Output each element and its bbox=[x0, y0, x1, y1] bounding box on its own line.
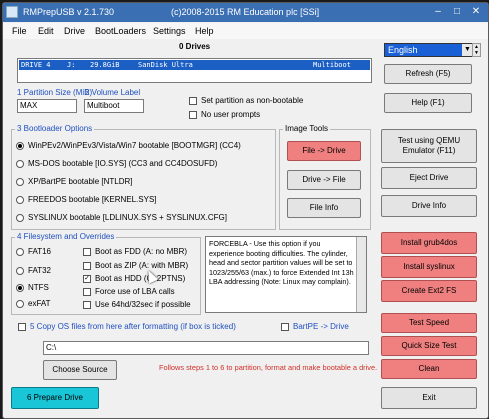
window-title: RMPrepUSB v 2.1.730 bbox=[23, 7, 115, 17]
fs-radio-ntfs[interactable] bbox=[16, 284, 24, 292]
create-ext2-button[interactable]: Create Ext2 FS bbox=[381, 280, 477, 302]
fs-option-fat16: FAT16 bbox=[28, 247, 51, 256]
force-lba-checkbox[interactable] bbox=[83, 288, 91, 296]
non-bootable-checkbox[interactable] bbox=[189, 97, 197, 105]
bootloader-radio-winpe[interactable] bbox=[16, 142, 24, 150]
no-prompts-checkbox[interactable] bbox=[189, 111, 197, 119]
fs-option-exfat: exFAT bbox=[28, 299, 51, 308]
fs-radio-exfat[interactable] bbox=[16, 300, 24, 308]
window-copyright: (c)2008-2015 RM Education plc [SSi] bbox=[171, 7, 320, 17]
use-64hd-label: Use 64hd/32sec if possible bbox=[95, 300, 191, 309]
menu-bootloaders[interactable]: BootLoaders bbox=[95, 26, 146, 36]
copy-os-checkbox[interactable] bbox=[18, 323, 26, 331]
minimize-icon[interactable]: – bbox=[431, 5, 445, 18]
install-grub4dos-button[interactable]: Install grub4dos bbox=[381, 232, 477, 254]
fs-radio-fat32[interactable] bbox=[16, 267, 24, 275]
bartpe-label: BartPE -> Drive bbox=[293, 322, 349, 331]
help-button[interactable]: Help (F1) bbox=[384, 93, 472, 113]
drive-letter: J: bbox=[67, 61, 76, 69]
drive-name: SanDisk Ultra bbox=[138, 61, 193, 69]
source-path-input[interactable]: C:\ bbox=[43, 341, 369, 355]
boot-fdd-checkbox[interactable] bbox=[83, 248, 91, 256]
help-info-text: FORCEBLA - Use this option if you experi… bbox=[209, 239, 354, 287]
non-bootable-label: Set partition as non-bootable bbox=[201, 96, 304, 105]
clean-button[interactable]: Clean bbox=[381, 359, 477, 379]
bootloader-option-freedos: FREEDOS bootable [KERNEL.SYS] bbox=[28, 195, 157, 204]
maximize-icon[interactable]: □ bbox=[450, 5, 464, 18]
close-icon[interactable]: ✕ bbox=[469, 5, 483, 18]
language-select[interactable]: English ▼ bbox=[384, 43, 474, 57]
drive-number: DRIVE 4 bbox=[21, 61, 51, 69]
partition-size-label: 1 Partition Size (MiB) bbox=[17, 88, 93, 97]
bootloader-radio-xp[interactable] bbox=[16, 178, 24, 186]
menu-settings[interactable]: Settings bbox=[153, 26, 186, 36]
menu-drive[interactable]: Drive bbox=[64, 26, 85, 36]
fs-radio-fat16[interactable] bbox=[16, 248, 24, 256]
language-scroll[interactable]: ▲ ▼ bbox=[472, 43, 481, 57]
menu-help[interactable]: Help bbox=[195, 26, 214, 36]
boot-zip-label: Boot as ZIP (A: with MBR) bbox=[95, 261, 189, 270]
file-info-button[interactable]: File Info bbox=[287, 198, 361, 218]
drive-to-file-button[interactable]: Drive -> File bbox=[287, 170, 361, 190]
fs-option-ntfs: NTFS bbox=[28, 283, 49, 292]
info-scrollbar[interactable] bbox=[356, 237, 366, 312]
bartpe-checkbox[interactable] bbox=[281, 323, 289, 331]
bootloader-radio-syslinux[interactable] bbox=[16, 214, 24, 222]
drive-row-selected[interactable]: DRIVE 4 J: 29.8GiB SanDisk Ultra Multibo… bbox=[19, 60, 370, 70]
copy-os-label: 5 Copy OS files from here after formatti… bbox=[30, 322, 236, 331]
exit-button[interactable]: Exit bbox=[381, 387, 477, 409]
drive-size: 29.8GiB bbox=[90, 61, 120, 69]
no-prompts-label: No user prompts bbox=[201, 110, 261, 119]
refresh-button[interactable]: Refresh (F5) bbox=[384, 64, 472, 84]
menu-edit[interactable]: Edit bbox=[38, 26, 54, 36]
quick-size-test-button[interactable]: Quick Size Test bbox=[381, 336, 477, 356]
filesystem-title: 4 Filesystem and Overrides bbox=[15, 232, 117, 241]
boot-zip-checkbox[interactable] bbox=[83, 262, 91, 270]
bootloader-title: 3 Bootloader Options bbox=[15, 124, 95, 133]
force-lba-label: Force use of LBA calls bbox=[95, 287, 175, 296]
choose-source-button[interactable]: Choose Source bbox=[43, 360, 117, 380]
volume-label-label: 2 Volume Label bbox=[85, 88, 141, 97]
test-speed-button[interactable]: Test Speed bbox=[381, 313, 477, 333]
drives-count: 0 Drives bbox=[179, 42, 211, 51]
eject-drive-button[interactable]: Eject Drive bbox=[381, 167, 477, 189]
bootloader-option-syslinux: SYSLINUX bootable [LDLINUX.SYS + SYSLINU… bbox=[28, 213, 227, 222]
bootloader-option-winpe: WinPEv2/WinPEv3/Vista/Win7 bootable [BOO… bbox=[28, 141, 241, 150]
bootloader-option-xp: XP/BartPE bootable [NTLDR] bbox=[28, 177, 133, 186]
bootloader-radio-freedos[interactable] bbox=[16, 196, 24, 204]
drive-list[interactable]: DRIVE 4 J: 29.8GiB SanDisk Ultra Multibo… bbox=[17, 58, 372, 83]
bootloader-option-msdos: MS-DOS bootable [IO.SYS] (CC3 and CC4DOS… bbox=[28, 159, 218, 168]
volume-label-input[interactable]: Multiboot bbox=[84, 99, 144, 113]
partition-size-input[interactable]: MAX bbox=[17, 99, 77, 113]
drive-info-button[interactable]: Drive Info bbox=[381, 195, 477, 217]
app-icon bbox=[6, 6, 18, 18]
file-to-drive-button[interactable]: File -> Drive bbox=[287, 141, 361, 161]
fs-option-fat32: FAT32 bbox=[28, 266, 51, 275]
image-tools-title: Image Tools bbox=[283, 124, 330, 133]
bootloader-radio-msdos[interactable] bbox=[16, 160, 24, 168]
help-info-box: FORCEBLA - Use this option if you experi… bbox=[205, 236, 367, 313]
title-bar: RMPrepUSB v 2.1.730 (c)2008-2015 RM Educ… bbox=[3, 3, 488, 22]
drive-type: Multiboot bbox=[313, 61, 351, 69]
boot-hdd-label: Boot as HDD (C: 2PTNS) bbox=[95, 274, 186, 283]
install-syslinux-button[interactable]: Install syslinux bbox=[381, 256, 477, 278]
prepare-drive-button[interactable]: 6 Prepare Drive bbox=[11, 387, 99, 409]
test-qemu-button[interactable]: Test using QEMU Emulator (F11) bbox=[381, 129, 477, 163]
app-window: RMPrepUSB v 2.1.730 (c)2008-2015 RM Educ… bbox=[2, 2, 489, 419]
menu-file[interactable]: File bbox=[12, 26, 27, 36]
menu-bar: File Edit Drive BootLoaders Settings Hel… bbox=[3, 23, 488, 39]
instruction-hint: Follows steps 1 to 6 to partition, forma… bbox=[159, 363, 378, 372]
use-64hd-checkbox[interactable] bbox=[83, 301, 91, 309]
boot-fdd-label: Boot as FDD (A: no MBR) bbox=[95, 247, 188, 256]
boot-hdd-checkbox[interactable]: ✓ bbox=[83, 275, 91, 283]
language-value: English bbox=[388, 45, 418, 55]
